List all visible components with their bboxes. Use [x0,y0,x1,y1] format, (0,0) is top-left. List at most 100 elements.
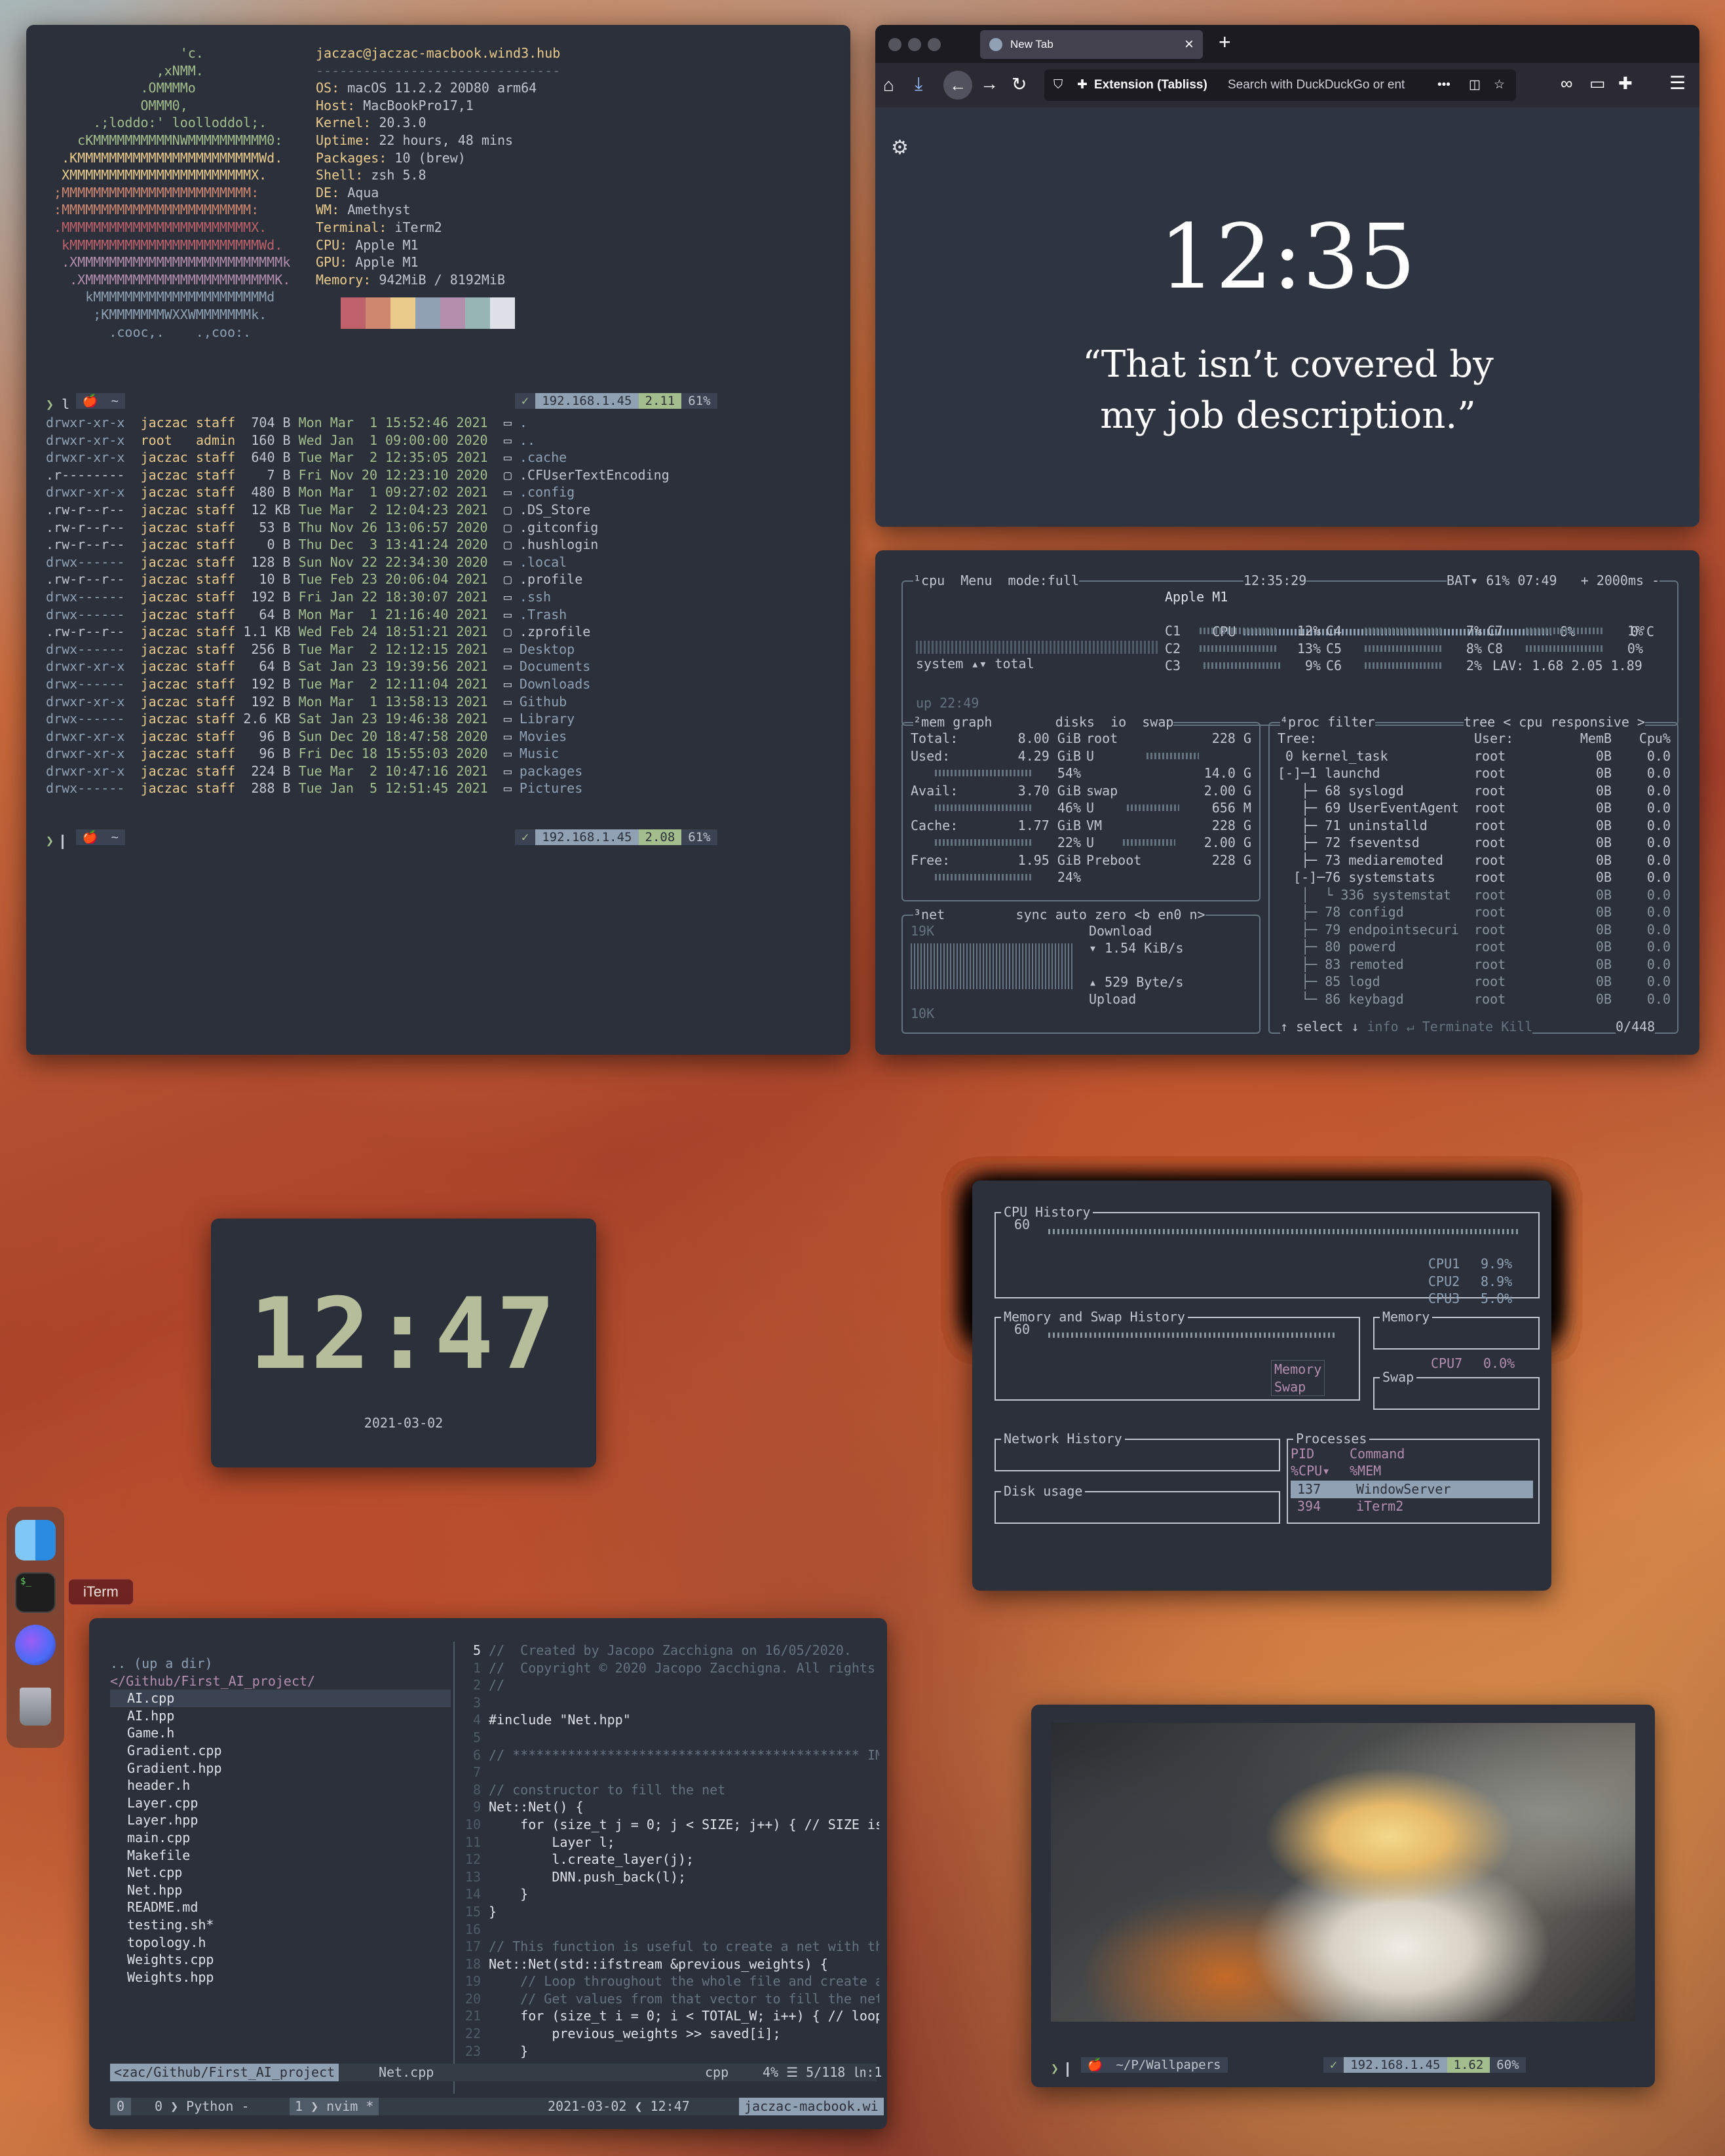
tree-file[interactable]: topology.h [110,1934,451,1952]
tree-file[interactable]: Weights.hpp [110,1969,451,1986]
maximize-window-dot[interactable] [928,38,941,51]
btop-window[interactable]: ¹cpu Menu mode:full 12:35:29 BAT▾ 61% 07… [875,550,1699,1055]
proc-row[interactable]: ├─ 72 fseventsd root 0B 0.0 [1278,834,1671,852]
tree-file[interactable]: header.h [110,1777,451,1794]
pocket-icon[interactable]: ◫ [1469,69,1481,101]
col-cpu[interactable]: %CPU▾ [1291,1462,1350,1479]
interval-control[interactable]: + 2000ms - [1581,573,1659,588]
proc-row[interactable]: 0 kernel_task root 0B 0.0 [1278,747,1671,765]
tree-file[interactable]: Layer.hpp [110,1811,451,1829]
net-zero[interactable]: zero [1095,907,1126,922]
menu-button[interactable]: Menu [960,573,992,588]
tree-file[interactable]: Net.hpp [110,1882,451,1899]
proc-row[interactable]: ├─ 68 syslogd root 0B 0.0 [1278,782,1671,800]
menu-hamburger-icon[interactable]: ☰ [1669,72,1686,94]
settings-gear-icon[interactable]: ⚙ [891,136,909,159]
proc-row[interactable]: │ └ 336 systemstat root 0B 0.0 [1278,886,1671,904]
proc-kill[interactable]: Kill [1501,1019,1532,1034]
net-interface[interactable]: <b en0 n> [1134,907,1205,922]
mem-graph-toggle[interactable]: graph [953,714,992,730]
reader-glasses-icon[interactable]: ∞ [1561,73,1573,94]
forward-button[interactable]: → [980,73,998,94]
iterm-icon[interactable]: $_ [15,1572,56,1613]
system-monitor-dashboard[interactable]: CPU History 60 CPU1 9.9% CPU2 8.9% CPU3 5.0% Mem… [972,1181,1551,1591]
home-icon[interactable]: ⌂ [883,75,894,96]
nvim-window[interactable]: .. (up a dir) </Github/First_AI_project/… [89,1618,887,2129]
proc-row[interactable]: ├─ 83 remoted root 0B 0.0 [1278,956,1671,974]
download-icon[interactable]: ⤓ [915,73,922,95]
tree-file[interactable]: README.md [110,1899,451,1916]
proc-row[interactable]: ├─ 79 endpointsecuri root 0B 0.0 [1278,921,1671,939]
swap-toggle[interactable]: swap [1142,714,1173,730]
proc-row[interactable]: ├─ 69 UserEventAgent root 0B 0.0 [1278,799,1671,817]
tree-file[interactable]: Layer.cpp [110,1794,451,1812]
proc-row[interactable]: ├─ 80 powerd root 0B 0.0 [1278,938,1671,956]
proc-row[interactable]: [-]─1 launchd root 0B 0.0 [1278,765,1671,782]
proc-row[interactable]: ├─ 73 mediaremoted root 0B 0.0 [1278,852,1671,869]
proc-info[interactable]: info ↵ [1367,1019,1414,1034]
reload-button[interactable]: ↻ [1012,73,1027,95]
code-editor[interactable]: 5 // Created by Jacopo Zacchigna on 16/05… [460,1642,879,2061]
proc-table-row[interactable]: 394 iTerm2 [1291,1498,1533,1515]
tree-file[interactable]: Makefile [110,1847,451,1864]
back-button[interactable]: ← [943,71,972,100]
tree-file[interactable]: testing.sh* [110,1916,451,1934]
proc-filter[interactable]: filter [1327,714,1374,730]
tree-file[interactable]: Gradient.cpp [110,1742,451,1760]
cpu-tab[interactable]: ¹cpu [913,573,945,588]
tree-file[interactable]: AI.cpp [110,1690,451,1707]
firefox-dock-icon[interactable] [15,1625,56,1665]
wp-command-input[interactable]: ❯ [1051,2060,1069,2077]
bookmark-star-icon[interactable]: ☆ [1494,69,1505,101]
system-total-toggle[interactable]: system ▴▾ total [916,655,1034,673]
tree-file[interactable]: Net.cpp [110,1864,451,1882]
tree-file[interactable]: Gradient.hpp [110,1760,451,1777]
tmux-window-python[interactable]: 0 ❯ Python - [149,2098,255,2115]
tree-file[interactable]: AI.hpp [110,1707,451,1725]
proc-tree-toggle[interactable]: tree [1464,714,1495,730]
finder-icon[interactable] [15,1520,56,1560]
library-icon[interactable]: ▭ [1589,73,1606,94]
close-tab-icon[interactable]: × [1185,30,1194,59]
net-tab[interactable]: ³net [913,907,945,922]
url-bar[interactable]: ⛉ ✚ Extension (Tabliss) Search with Duck… [1044,69,1516,101]
tmux-window-nvim[interactable]: 1 ❯ nvim * [290,2098,379,2115]
page-actions-icon[interactable]: ••• [1437,69,1450,101]
net-sync[interactable]: sync [1016,907,1048,922]
new-tab-icon[interactable]: + [1219,30,1231,54]
mode-button[interactable]: mode:full [1008,573,1079,588]
proc-select[interactable]: ↑ select ↓ [1280,1019,1359,1034]
command-input-line[interactable]: ❯ [46,832,64,850]
wallpaper-preview-window[interactable]: 🍎 ~/P/Wallpapers ✓ 192.168.1.45 1.62 60% ❯ [1031,1705,1655,2087]
terminal-window-neofetch[interactable]: 'c. ,xNMM. .OMMMMo OMMM0, .;loddo:' lool… [26,25,850,1055]
proc-row[interactable]: Tree: User: MemB Cpu% [1278,730,1671,747]
proc-row[interactable]: └─ 86 keybagd root 0B 0.0 [1278,991,1671,1008]
proc-row[interactable]: ├─ 85 logd root 0B 0.0 [1278,973,1671,991]
proc-row[interactable]: ├─ 71 uninstalld root 0B 0.0 [1278,817,1671,835]
firefox-window[interactable]: New Tab × + ⌂ ⤓ ← → ↻ ⛉ ✚ Extension (Tab… [875,25,1699,527]
io-toggle[interactable]: io [1110,714,1126,730]
proc-row[interactable]: [-]─76 systemstats root 0B 0.0 [1278,869,1671,886]
close-window-dot[interactable] [888,38,901,51]
mem-tab[interactable]: ²mem [913,714,945,730]
shield-icon[interactable]: ⛉ [1053,69,1063,101]
tree-file[interactable]: Game.h [110,1724,451,1742]
tmux-session[interactable]: 0 [110,2098,132,2115]
proc-terminate[interactable]: Terminate [1422,1019,1493,1034]
col-command[interactable]: Command [1350,1446,1405,1462]
minimize-window-dot[interactable] [908,38,921,51]
col-pid[interactable]: PID [1291,1445,1350,1462]
proc-sort[interactable]: < cpu responsive > [1503,714,1645,730]
tree-parent[interactable]: .. (up a dir) [110,1655,451,1673]
extensions-icon[interactable]: ✚ [1618,73,1633,94]
col-mem[interactable]: %MEM [1350,1463,1381,1479]
trash-icon[interactable] [20,1688,51,1726]
tree-file[interactable]: main.cpp [110,1829,451,1847]
proc-table-row[interactable]: 137 WindowServer [1291,1481,1533,1498]
tree-file[interactable]: Weights.cpp [110,1951,451,1969]
proc-tab[interactable]: ⁴proc [1280,714,1319,730]
tab-new-tab[interactable]: New Tab × [980,30,1203,59]
net-auto[interactable]: auto [1055,907,1087,922]
proc-row[interactable]: ├─ 78 configd root 0B 0.0 [1278,903,1671,921]
disks-toggle[interactable]: disks [1055,714,1095,730]
